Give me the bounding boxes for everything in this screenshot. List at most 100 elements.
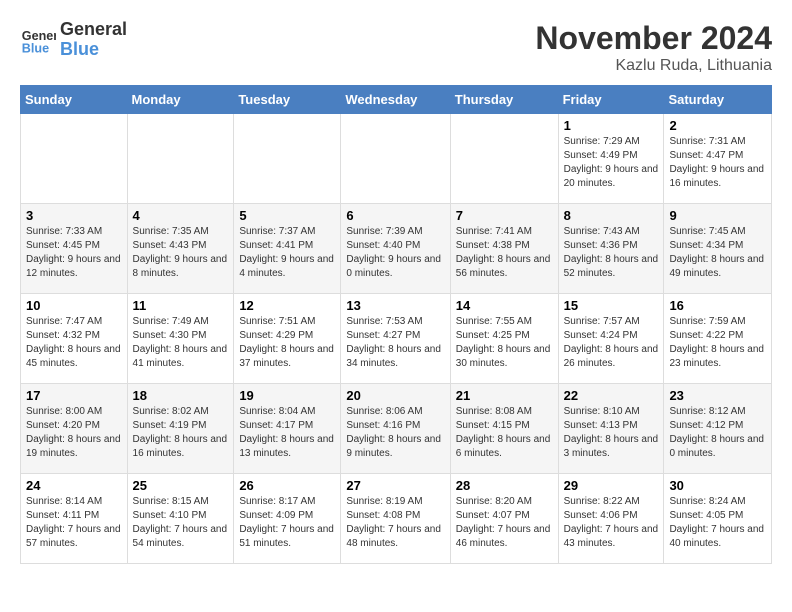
day-info: Sunrise: 8:10 AM Sunset: 4:13 PM Dayligh… [564,405,659,461]
day-info: Sunrise: 7:47 AM Sunset: 4:32 PM Dayligh… [26,315,122,371]
calendar-cell: 10 Sunrise: 7:47 AM Sunset: 4:32 PM Dayli… [21,294,128,384]
day-number: 14 [456,298,553,313]
day-number: 8 [564,208,659,223]
day-info: Sunrise: 8:24 AM Sunset: 4:05 PM Dayligh… [669,495,766,551]
day-info: Sunrise: 8:08 AM Sunset: 4:15 PM Dayligh… [456,405,553,461]
day-number: 4 [133,208,229,223]
calendar-cell: 4 Sunrise: 7:35 AM Sunset: 4:43 PM Daylig… [127,204,234,294]
calendar-cell: 11Sunrise: 7:49 AM Sunset: 4:30 PM Dayli… [127,294,234,384]
weekday-header-thursday: Thursday [450,86,558,114]
calendar-cell: 1 Sunrise: 7:29 AM Sunset: 4:49 PM Daylig… [558,114,664,204]
day-number: 16 [669,298,766,313]
day-info: Sunrise: 7:51 AM Sunset: 4:29 PM Dayligh… [239,315,335,371]
day-info: Sunrise: 8:14 AM Sunset: 4:11 PM Dayligh… [26,495,122,551]
calendar-cell: 27Sunrise: 8:19 AM Sunset: 4:08 PM Dayli… [341,474,450,564]
day-info: Sunrise: 8:02 AM Sunset: 4:19 PM Dayligh… [133,405,229,461]
day-info: Sunrise: 7:37 AM Sunset: 4:41 PM Dayligh… [239,225,335,281]
calendar-cell [450,114,558,204]
day-number: 21 [456,388,553,403]
calendar-cell: 12 Sunrise: 7:51 AM Sunset: 4:29 PM Dayli… [234,294,341,384]
day-number: 29 [564,478,659,493]
week-row-0: 1 Sunrise: 7:29 AM Sunset: 4:49 PM Daylig… [21,114,772,204]
day-number: 10 [26,298,122,313]
logo-icon: General Blue [20,22,56,58]
calendar-cell: 30 Sunrise: 8:24 AM Sunset: 4:05 PM Dayli… [664,474,772,564]
day-info: Sunrise: 8:20 AM Sunset: 4:07 PM Dayligh… [456,495,553,551]
day-info: Sunrise: 7:57 AM Sunset: 4:24 PM Dayligh… [564,315,659,371]
day-info: Sunrise: 7:31 AM Sunset: 4:47 PM Dayligh… [669,135,766,191]
calendar-cell: 26 Sunrise: 8:17 AM Sunset: 4:09 PM Dayli… [234,474,341,564]
weekday-header-tuesday: Tuesday [234,86,341,114]
day-info: Sunrise: 8:04 AM Sunset: 4:17 PM Dayligh… [239,405,335,461]
day-number: 27 [346,478,444,493]
calendar-cell [341,114,450,204]
day-info: Sunrise: 7:49 AM Sunset: 4:30 PM Dayligh… [133,315,229,371]
svg-text:Blue: Blue [22,41,49,55]
calendar-subtitle: Kazlu Ruda, Lithuania [535,57,772,75]
week-row-3: 17 Sunrise: 8:00 AM Sunset: 4:20 PM Dayli… [21,384,772,474]
calendar-cell: 15 Sunrise: 7:57 AM Sunset: 4:24 PM Dayli… [558,294,664,384]
day-number: 30 [669,478,766,493]
calendar-cell [127,114,234,204]
weekday-header-wednesday: Wednesday [341,86,450,114]
calendar-cell: 28 Sunrise: 8:20 AM Sunset: 4:07 PM Dayli… [450,474,558,564]
day-info: Sunrise: 7:35 AM Sunset: 4:43 PM Dayligh… [133,225,229,281]
calendar-cell: 8Sunrise: 7:43 AM Sunset: 4:36 PM Daylig… [558,204,664,294]
day-number: 17 [26,388,122,403]
calendar-cell: 13Sunrise: 7:53 AM Sunset: 4:27 PM Dayli… [341,294,450,384]
day-info: Sunrise: 8:17 AM Sunset: 4:09 PM Dayligh… [239,495,335,551]
day-info: Sunrise: 7:29 AM Sunset: 4:49 PM Dayligh… [564,135,659,191]
day-info: Sunrise: 7:33 AM Sunset: 4:45 PM Dayligh… [26,225,122,281]
day-number: 18 [133,388,229,403]
weekday-header-monday: Monday [127,86,234,114]
logo-line2: Blue [60,40,127,60]
day-number: 20 [346,388,444,403]
logo: General Blue General Blue [20,20,127,60]
day-number: 12 [239,298,335,313]
day-number: 22 [564,388,659,403]
day-info: Sunrise: 7:59 AM Sunset: 4:22 PM Dayligh… [669,315,766,371]
day-number: 7 [456,208,553,223]
day-number: 5 [239,208,335,223]
day-number: 26 [239,478,335,493]
page-header: General Blue General Blue November 2024 … [20,20,772,75]
calendar-cell: 21 Sunrise: 8:08 AM Sunset: 4:15 PM Dayli… [450,384,558,474]
day-info: Sunrise: 7:39 AM Sunset: 4:40 PM Dayligh… [346,225,444,281]
calendar-body: 1 Sunrise: 7:29 AM Sunset: 4:49 PM Daylig… [21,114,772,564]
day-number: 19 [239,388,335,403]
day-info: Sunrise: 8:12 AM Sunset: 4:12 PM Dayligh… [669,405,766,461]
calendar-cell: 16 Sunrise: 7:59 AM Sunset: 4:22 PM Dayli… [664,294,772,384]
day-number: 1 [564,118,659,133]
day-number: 24 [26,478,122,493]
day-number: 6 [346,208,444,223]
calendar-cell: 25Sunrise: 8:15 AM Sunset: 4:10 PM Dayli… [127,474,234,564]
day-number: 9 [669,208,766,223]
day-info: Sunrise: 7:45 AM Sunset: 4:34 PM Dayligh… [669,225,766,281]
day-number: 28 [456,478,553,493]
week-row-1: 3 Sunrise: 7:33 AM Sunset: 4:45 PM Daylig… [21,204,772,294]
calendar-cell: 19 Sunrise: 8:04 AM Sunset: 4:17 PM Dayli… [234,384,341,474]
weekday-header-friday: Friday [558,86,664,114]
calendar-cell: 29 Sunrise: 8:22 AM Sunset: 4:06 PM Dayli… [558,474,664,564]
week-row-2: 10 Sunrise: 7:47 AM Sunset: 4:32 PM Dayli… [21,294,772,384]
day-number: 2 [669,118,766,133]
week-row-4: 24 Sunrise: 8:14 AM Sunset: 4:11 PM Dayli… [21,474,772,564]
calendar-cell: 18 Sunrise: 8:02 AM Sunset: 4:19 PM Dayli… [127,384,234,474]
weekday-header-saturday: Saturday [664,86,772,114]
calendar-cell [234,114,341,204]
calendar-header: SundayMondayTuesdayWednesdayThursdayFrid… [21,86,772,114]
logo-text: General Blue [60,20,127,60]
calendar-table: SundayMondayTuesdayWednesdayThursdayFrid… [20,85,772,564]
calendar-cell: 2 Sunrise: 7:31 AM Sunset: 4:47 PM Daylig… [664,114,772,204]
calendar-cell: 20Sunrise: 8:06 AM Sunset: 4:16 PM Dayli… [341,384,450,474]
logo-line1: General [60,20,127,40]
calendar-cell: 14Sunrise: 7:55 AM Sunset: 4:25 PM Dayli… [450,294,558,384]
calendar-cell: 23 Sunrise: 8:12 AM Sunset: 4:12 PM Dayli… [664,384,772,474]
day-number: 23 [669,388,766,403]
day-info: Sunrise: 8:22 AM Sunset: 4:06 PM Dayligh… [564,495,659,551]
calendar-cell: 5 Sunrise: 7:37 AM Sunset: 4:41 PM Daylig… [234,204,341,294]
day-info: Sunrise: 7:41 AM Sunset: 4:38 PM Dayligh… [456,225,553,281]
day-number: 15 [564,298,659,313]
day-number: 3 [26,208,122,223]
day-info: Sunrise: 8:00 AM Sunset: 4:20 PM Dayligh… [26,405,122,461]
